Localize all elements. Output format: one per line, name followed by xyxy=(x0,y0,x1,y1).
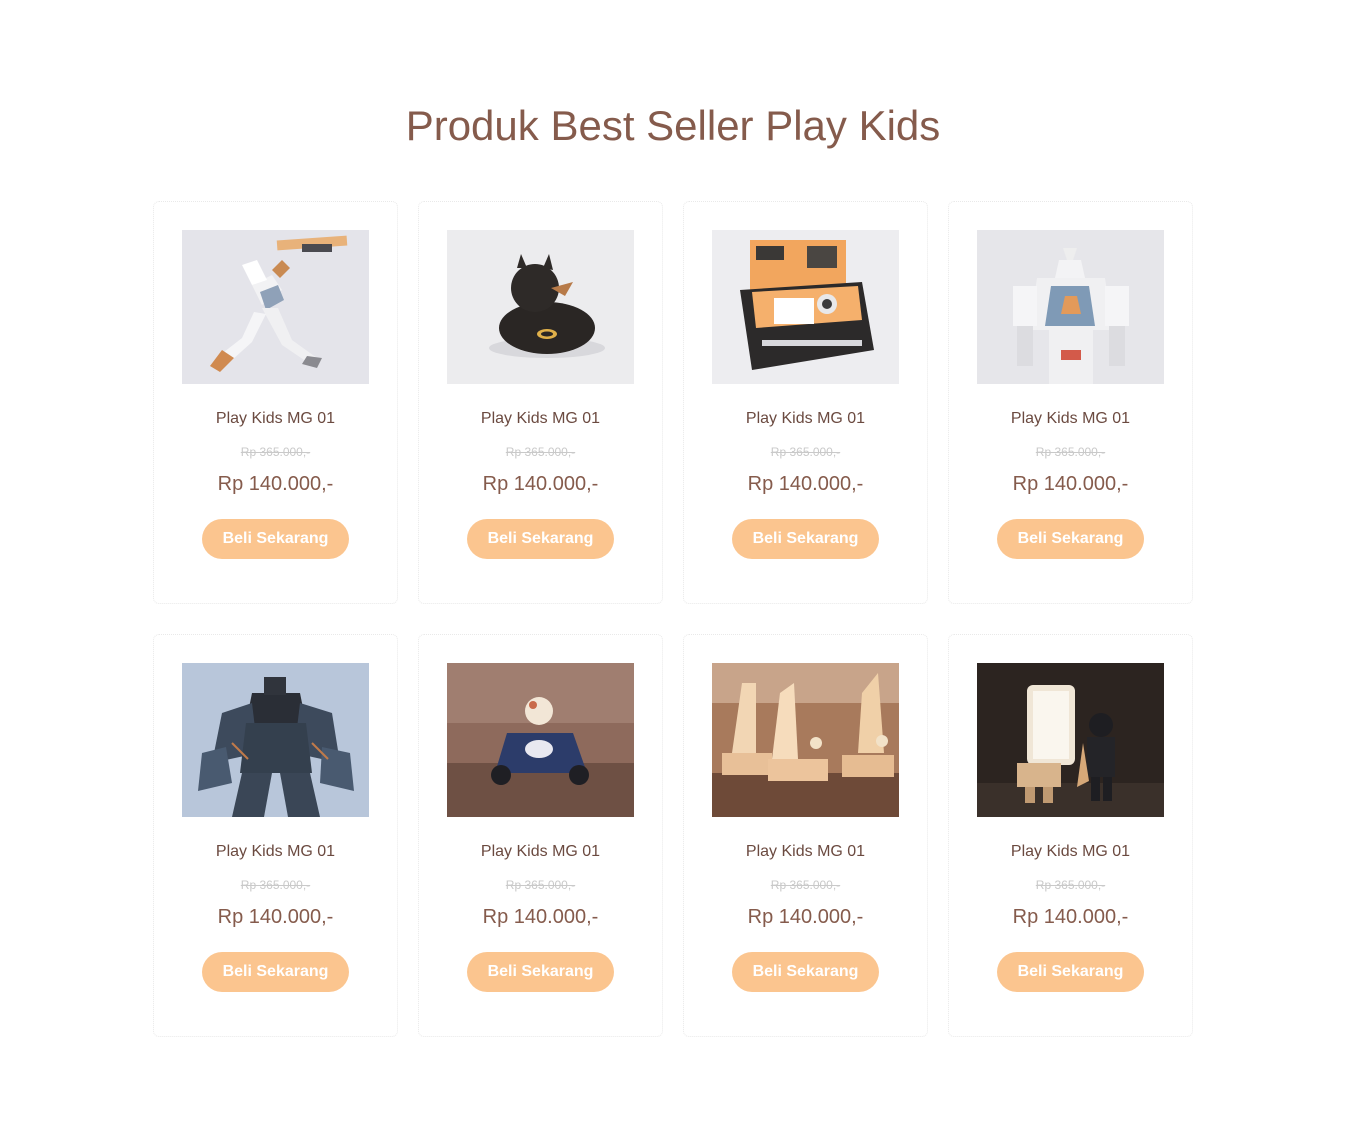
buy-now-button[interactable]: Beli Sekarang xyxy=(202,952,349,992)
product-name: Play Kids MG 01 xyxy=(1010,843,1131,860)
product-image[interactable] xyxy=(182,663,369,817)
product-price: Rp 140.000,- xyxy=(1012,906,1129,928)
product-old-price: Rp 365.000,- xyxy=(1035,878,1106,892)
product-price: Rp 140.000,- xyxy=(747,473,864,495)
product-image[interactable] xyxy=(182,230,369,384)
product-image[interactable] xyxy=(447,663,634,817)
product-name: Play Kids MG 01 xyxy=(1010,410,1131,427)
product-image[interactable] xyxy=(447,230,634,384)
product-grid: Play Kids MG 01 Rp 365.000,- Rp 140.000,… xyxy=(153,201,1193,1037)
product-price: Rp 140.000,- xyxy=(482,473,599,495)
buy-now-button[interactable]: Beli Sekarang xyxy=(997,952,1144,992)
product-name: Play Kids MG 01 xyxy=(480,410,601,427)
section-title: Produk Best Seller Play Kids xyxy=(405,102,941,149)
product-old-price: Rp 365.000,- xyxy=(1035,445,1106,459)
product-price: Rp 140.000,- xyxy=(217,906,334,928)
product-old-price: Rp 365.000,- xyxy=(770,445,841,459)
buy-now-button[interactable]: Beli Sekarang xyxy=(997,519,1144,559)
product-name: Play Kids MG 01 xyxy=(480,843,601,860)
product-old-price: Rp 365.000,- xyxy=(770,878,841,892)
product-price: Rp 140.000,- xyxy=(1012,473,1129,495)
product-card: Play Kids MG 01 Rp 365.000,- Rp 140.000,… xyxy=(418,201,663,604)
product-old-price: Rp 365.000,- xyxy=(240,878,311,892)
product-price: Rp 140.000,- xyxy=(482,906,599,928)
buy-now-button[interactable]: Beli Sekarang xyxy=(732,519,879,559)
product-card: Play Kids MG 01 Rp 365.000,- Rp 140.000,… xyxy=(683,634,928,1037)
product-card: Play Kids MG 01 Rp 365.000,- Rp 140.000,… xyxy=(948,201,1193,604)
product-old-price: Rp 365.000,- xyxy=(505,445,576,459)
buy-now-button[interactable]: Beli Sekarang xyxy=(467,519,614,559)
product-name: Play Kids MG 01 xyxy=(215,843,336,860)
product-card: Play Kids MG 01 Rp 365.000,- Rp 140.000,… xyxy=(153,201,398,604)
product-name: Play Kids MG 01 xyxy=(745,843,866,860)
buy-now-button[interactable]: Beli Sekarang xyxy=(202,519,349,559)
product-card: Play Kids MG 01 Rp 365.000,- Rp 140.000,… xyxy=(683,201,928,604)
product-price: Rp 140.000,- xyxy=(747,906,864,928)
product-image[interactable] xyxy=(977,663,1164,817)
product-card: Play Kids MG 01 Rp 365.000,- Rp 140.000,… xyxy=(153,634,398,1037)
product-image[interactable] xyxy=(712,230,899,384)
product-card: Play Kids MG 01 Rp 365.000,- Rp 140.000,… xyxy=(418,634,663,1037)
product-old-price: Rp 365.000,- xyxy=(505,878,576,892)
buy-now-button[interactable]: Beli Sekarang xyxy=(467,952,614,992)
product-image[interactable] xyxy=(977,230,1164,384)
product-old-price: Rp 365.000,- xyxy=(240,445,311,459)
product-name: Play Kids MG 01 xyxy=(745,410,866,427)
buy-now-button[interactable]: Beli Sekarang xyxy=(732,952,879,992)
product-image[interactable] xyxy=(712,663,899,817)
product-price: Rp 140.000,- xyxy=(217,473,334,495)
product-card: Play Kids MG 01 Rp 365.000,- Rp 140.000,… xyxy=(948,634,1193,1037)
product-name: Play Kids MG 01 xyxy=(215,410,336,427)
